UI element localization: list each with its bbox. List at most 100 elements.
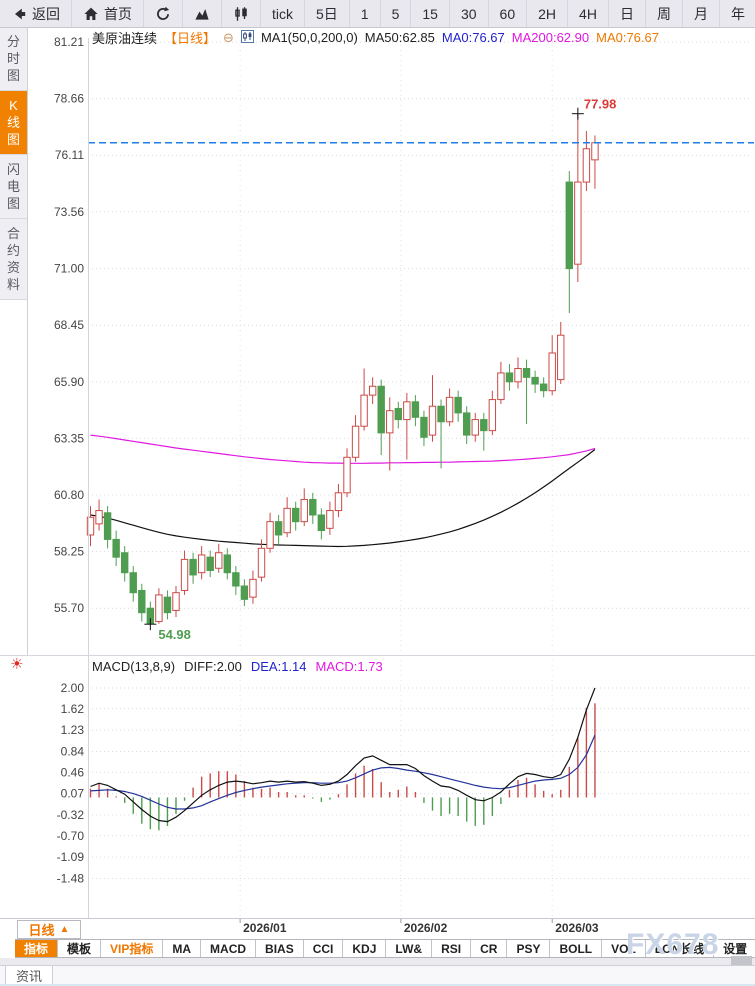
macd-diff-value: DIFF:2.00 bbox=[184, 659, 242, 674]
ma200-value: MA200:62.90 bbox=[512, 30, 589, 45]
tab-vip-indicator[interactable]: VIP指标 bbox=[101, 940, 163, 957]
divider-strip bbox=[0, 958, 755, 965]
toolbar-item-5m[interactable]: 5 bbox=[381, 0, 412, 27]
main-chart-header: 美原油连续 【日线】 ⊖ MA1(50,0,200,0) MA50:62.85 … bbox=[92, 28, 659, 47]
toolbar-item-candle-chart[interactable] bbox=[222, 0, 261, 27]
macd-macd-value: MACD:1.73 bbox=[316, 659, 383, 674]
tab-bias[interactable]: BIAS bbox=[256, 940, 304, 957]
macd-y-axis-label: 0.84 bbox=[61, 744, 85, 758]
y-axis-label: 76.11 bbox=[55, 148, 84, 162]
macd-y-axis-label: 0.46 bbox=[61, 765, 85, 779]
tab-boll[interactable]: BOLL bbox=[550, 940, 602, 957]
tab-lon[interactable]: LON长线 bbox=[646, 940, 714, 957]
y-axis-label: 55.70 bbox=[54, 601, 84, 615]
high-price-label: 77.98 bbox=[584, 97, 617, 112]
toolbar-item-week[interactable]: 周 bbox=[646, 0, 683, 27]
toolbar-item-label: 2H bbox=[538, 6, 556, 22]
toolbar-item-tick[interactable]: tick bbox=[261, 0, 305, 27]
tab-ma[interactable]: MA bbox=[163, 940, 201, 957]
macd-y-axis-labels: 2.001.621.230.840.460.07-0.32-0.70-1.09-… bbox=[57, 681, 85, 885]
tab-cci[interactable]: CCI bbox=[304, 940, 344, 957]
sidebar-item-kline-chart[interactable]: K线图 bbox=[0, 91, 27, 155]
x-axis-label: 2026/03 bbox=[555, 921, 599, 935]
sidebar-item-contract-info[interactable]: 合约资料 bbox=[0, 219, 27, 300]
toolbar-item-label: tick bbox=[272, 6, 293, 22]
tab-kdj[interactable]: KDJ bbox=[343, 940, 386, 957]
chevron-up-icon: ▲ bbox=[60, 924, 70, 935]
macd-header: MACD(13,8,9) DIFF:2.00 DEA:1.14 MACD:1.7… bbox=[92, 659, 383, 674]
tab-news[interactable]: 资讯 bbox=[5, 966, 53, 985]
candlestick-series[interactable] bbox=[87, 114, 598, 625]
refresh-icon bbox=[155, 6, 171, 22]
tab-rsi[interactable]: RSI bbox=[432, 940, 471, 957]
y-axis-label: 71.00 bbox=[54, 262, 84, 276]
toolbar-item-line-chart[interactable] bbox=[183, 0, 222, 27]
y-axis-label: 65.90 bbox=[54, 375, 84, 389]
tab-lw[interactable]: LW& bbox=[386, 940, 432, 957]
y-axis-label: 73.56 bbox=[54, 205, 84, 219]
macd-y-axis-label: 2.00 bbox=[61, 681, 85, 695]
toolbar-item-15m[interactable]: 15 bbox=[411, 0, 450, 27]
sidebar-item-time-chart[interactable]: 分时图 bbox=[0, 27, 27, 91]
price-macd-chart[interactable]: 81.2178.6676.1173.5671.0068.4565.9063.35… bbox=[0, 0, 755, 986]
tab-settings[interactable]: 设置 bbox=[714, 940, 755, 957]
toolbar-item-30m[interactable]: 30 bbox=[450, 0, 489, 27]
horizontal-scrollbar[interactable] bbox=[731, 956, 752, 965]
toolbar-item-4h[interactable]: 4H bbox=[568, 0, 609, 27]
toolbar-item-day[interactable]: 日 bbox=[609, 0, 646, 27]
toolbar-item-label: 日 bbox=[620, 4, 634, 24]
toolbar-item-year[interactable]: 年 bbox=[720, 0, 755, 27]
main-y-axis-labels: 81.2178.6676.1173.5671.0068.4565.9063.35… bbox=[54, 35, 84, 615]
y-axis-label: 68.45 bbox=[54, 318, 84, 332]
tab-indicator[interactable]: 指标 bbox=[15, 940, 58, 957]
tab-template[interactable]: 模板 bbox=[58, 940, 101, 957]
macd-y-axis-label: 1.23 bbox=[61, 723, 85, 737]
tab-psy[interactable]: PSY bbox=[507, 940, 550, 957]
tab-cr[interactable]: CR bbox=[471, 940, 507, 957]
toolbar-item-label: 周 bbox=[657, 4, 671, 24]
ma0-value-blue: MA0:76.67 bbox=[442, 30, 505, 45]
gridlines bbox=[88, 40, 752, 918]
toolbar-item-label: 5日 bbox=[316, 4, 338, 24]
toolbar-item-60m[interactable]: 60 bbox=[489, 0, 528, 27]
toolbar-item-2h[interactable]: 2H bbox=[527, 0, 568, 27]
instrument-title: 美原油连续 bbox=[92, 28, 157, 47]
toolbar-item-home[interactable]: 首页 bbox=[72, 0, 144, 27]
x-axis-label: 2026/02 bbox=[404, 921, 448, 935]
collapse-icon[interactable]: ⊖ bbox=[223, 30, 234, 46]
macd-y-axis-label: -0.32 bbox=[57, 808, 85, 822]
tab-vol[interactable]: VOL bbox=[602, 940, 646, 957]
kline-settings-icon[interactable] bbox=[241, 30, 254, 46]
toolbar-item-label: 15 bbox=[422, 6, 438, 22]
toolbar-item-back[interactable]: 返回 bbox=[0, 0, 72, 27]
macd-settings-icon[interactable]: ☀ bbox=[10, 657, 23, 672]
sidebar-item-flash-chart[interactable]: 闪电图 bbox=[0, 155, 27, 219]
macd-y-axis-label: -1.09 bbox=[57, 850, 85, 864]
app-window: 81.2178.6676.1173.5671.0068.4565.9063.35… bbox=[0, 0, 755, 986]
macd-config-label: MACD(13,8,9) bbox=[92, 659, 175, 674]
ma50-line bbox=[91, 450, 595, 547]
period-selector-label: 日线 bbox=[29, 920, 55, 939]
candles-icon bbox=[233, 6, 249, 22]
toolbar-item-label: 5 bbox=[392, 6, 400, 22]
macd-y-axis-label: 1.62 bbox=[61, 702, 85, 716]
toolbar-item-label: 1 bbox=[361, 6, 369, 22]
mountain-icon bbox=[194, 6, 210, 22]
ma0-value-orange: MA0:76.67 bbox=[596, 30, 659, 45]
indicator-tab-bar: 指标模板VIP指标MAMACDBIASCCIKDJLW&RSICRPSYBOLL… bbox=[15, 939, 755, 958]
back-icon bbox=[11, 6, 27, 22]
y-axis-label: 81.21 bbox=[54, 35, 84, 49]
toolbar-item-label: 月 bbox=[694, 4, 708, 24]
high-cross-marker bbox=[572, 108, 584, 120]
toolbar-item-label: 返回 bbox=[32, 4, 60, 24]
toolbar-item-refresh[interactable] bbox=[144, 0, 183, 27]
tab-macd[interactable]: MACD bbox=[201, 940, 256, 957]
chart-type-sidebar: 分时图K线图闪电图合约资料 bbox=[0, 27, 28, 655]
toolbar-item-5d[interactable]: 5日 bbox=[305, 0, 350, 27]
toolbar-item-1m[interactable]: 1 bbox=[350, 0, 381, 27]
home-icon bbox=[83, 6, 99, 22]
y-axis-label: 58.25 bbox=[54, 545, 84, 559]
toolbar-item-month[interactable]: 月 bbox=[683, 0, 720, 27]
macd-histogram bbox=[91, 703, 595, 830]
period-selector[interactable]: 日线 ▲ bbox=[17, 920, 81, 939]
